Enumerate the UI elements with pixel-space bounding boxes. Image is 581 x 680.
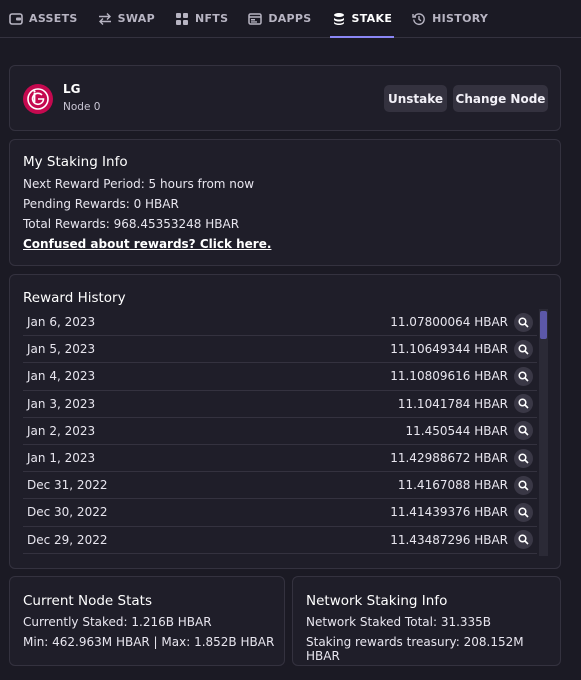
reward-amount-group: 11.1041784 HBAR bbox=[397, 394, 533, 414]
network-staking-info-card: Network Staking Info Network Staked Tota… bbox=[292, 576, 561, 666]
view-transaction-button[interactable] bbox=[514, 339, 533, 359]
nav-tab-label: STAKE bbox=[351, 12, 393, 25]
rewards-help-link[interactable]: Confused about rewards? Click here. bbox=[23, 237, 271, 251]
nav-tab-history[interactable]: HISTORY bbox=[412, 0, 488, 37]
reward-date: Jan 3, 2023 bbox=[27, 396, 96, 411]
view-transaction-button[interactable] bbox=[514, 312, 533, 332]
current-node-stats-card: Current Node Stats Currently Staked: 1.2… bbox=[9, 576, 285, 666]
wallet-icon bbox=[9, 12, 23, 25]
view-transaction-button[interactable] bbox=[514, 530, 533, 550]
history-clock-icon bbox=[412, 12, 425, 25]
reward-amount-group: 11.10649344 HBAR bbox=[390, 339, 533, 359]
reward-history-list[interactable]: Jan 6, 2023 11.07800064 HBAR Jan 5, 2023 11… bbox=[23, 309, 537, 556]
search-icon bbox=[518, 317, 529, 328]
reward-history-row: Dec 31, 2022 11.4167088 HBAR bbox=[23, 472, 537, 500]
reward-date: Dec 29, 2022 bbox=[27, 532, 108, 547]
selected-node-card: LG Node 0 Unstake Change Node bbox=[9, 65, 561, 131]
reward-date: Jan 5, 2023 bbox=[27, 342, 96, 357]
currently-staked: Currently Staked: 1.216B HBAR bbox=[23, 615, 212, 629]
total-rewards: Total Rewards: 968.45353248 HBAR bbox=[23, 217, 240, 231]
reward-amount: 11.10809616 HBAR bbox=[390, 369, 508, 384]
search-icon bbox=[518, 452, 529, 464]
reward-date: Dec 31, 2022 bbox=[27, 478, 108, 493]
reward-date: Jan 1, 2023 bbox=[27, 451, 96, 466]
reward-history-row: Jan 4, 2023 11.10809616 HBAR bbox=[23, 363, 537, 391]
reward-amount: 11.10649344 HBAR bbox=[390, 342, 508, 357]
reward-amount-group: 11.07800064 HBAR bbox=[390, 312, 533, 332]
view-transaction-button[interactable] bbox=[514, 366, 533, 386]
card-title: Network Staking Info bbox=[306, 593, 448, 609]
reward-amount-group: 11.41439376 HBAR bbox=[390, 502, 533, 522]
nav-tab-assets[interactable]: ASSETS bbox=[9, 0, 78, 37]
card-title: Reward History bbox=[23, 290, 126, 306]
nav-tab-swap[interactable]: SWAP bbox=[98, 0, 155, 37]
node-name: LG bbox=[63, 82, 81, 96]
reward-amount: 11.43487296 HBAR bbox=[390, 532, 508, 547]
browser-window-icon bbox=[248, 12, 263, 25]
search-icon bbox=[518, 534, 529, 545]
reward-amount-group: 11.43487296 HBAR bbox=[390, 530, 533, 550]
nav-tab-label: SWAP bbox=[117, 12, 155, 25]
stake-min-max: Min: 462.963M HBAR | Max: 1.852B HBAR bbox=[23, 635, 275, 649]
top-nav: ASSETS SWAP NFTS DAPPS STAKE HISTORY bbox=[0, 0, 581, 38]
reward-history-row: Jan 3, 2023 11.1041784 HBAR bbox=[23, 391, 537, 418]
reward-amount: 11.1041784 HBAR bbox=[397, 396, 508, 411]
reward-amount-group: 11.42988672 HBAR bbox=[390, 448, 533, 468]
reward-history-row: Jan 1, 2023 11.42988672 HBAR bbox=[23, 445, 537, 473]
reward-date: Dec 30, 2022 bbox=[27, 505, 108, 520]
search-icon bbox=[518, 425, 529, 436]
reward-amount: 11.450544 HBAR bbox=[405, 423, 508, 438]
view-transaction-button[interactable] bbox=[514, 475, 533, 495]
card-title: Current Node Stats bbox=[23, 593, 152, 609]
reward-amount: 11.41439376 HBAR bbox=[390, 505, 508, 520]
change-node-button[interactable]: Change Node bbox=[453, 85, 548, 112]
next-reward-period: Next Reward Period: 5 hours from now bbox=[23, 177, 255, 191]
nav-tab-label: NFTS bbox=[194, 12, 229, 25]
node-id: Node 0 bbox=[63, 101, 101, 113]
reward-history-row: Jan 5, 2023 11.10649344 HBAR bbox=[23, 336, 537, 364]
scrollbar-thumb[interactable] bbox=[540, 311, 547, 339]
nav-tab-dapps[interactable]: DAPPS bbox=[248, 0, 311, 37]
nav-tab-label: DAPPS bbox=[268, 12, 312, 25]
search-icon bbox=[518, 480, 529, 491]
reward-history-row: Dec 30, 2022 11.41439376 HBAR bbox=[23, 499, 537, 527]
database-stack-icon bbox=[333, 12, 344, 25]
reward-date: Jan 2, 2023 bbox=[27, 423, 96, 438]
unstake-button[interactable]: Unstake bbox=[384, 85, 447, 112]
my-staking-info-card: My Staking Info Next Reward Period: 5 ho… bbox=[9, 139, 561, 266]
grid-icon bbox=[175, 12, 188, 25]
reward-amount: 11.07800064 HBAR bbox=[390, 315, 508, 330]
reward-history-row: Dec 29, 2022 11.43487296 HBAR bbox=[23, 527, 537, 554]
nav-tab-label: HISTORY bbox=[432, 12, 489, 25]
network-staked-total: Network Staked Total: 31.335B bbox=[306, 615, 492, 629]
reward-history-card: Reward History Jan 6, 2023 11.07800064 HB… bbox=[9, 274, 561, 569]
nav-tab-stake[interactable]: STAKE bbox=[329, 0, 394, 38]
reward-amount-group: 11.10809616 HBAR bbox=[390, 366, 533, 386]
reward-history-row: Jan 2, 2023 11.450544 HBAR bbox=[23, 418, 537, 445]
search-icon bbox=[518, 344, 529, 355]
card-title: My Staking Info bbox=[23, 154, 128, 170]
pending-rewards: Pending Rewards: 0 HBAR bbox=[23, 197, 179, 211]
swap-arrows-icon bbox=[98, 12, 111, 25]
view-transaction-button[interactable] bbox=[514, 502, 533, 522]
view-transaction-button[interactable] bbox=[514, 421, 533, 441]
reward-history-row: Jan 6, 2023 11.07800064 HBAR bbox=[23, 309, 537, 337]
reward-amount: 11.4167088 HBAR bbox=[397, 478, 508, 493]
staking-rewards-treasury: Staking rewards treasury: 208.152M HBAR bbox=[306, 635, 524, 663]
nav-tab-label: ASSETS bbox=[29, 12, 78, 25]
view-transaction-button[interactable] bbox=[514, 394, 533, 414]
scrollbar[interactable] bbox=[539, 309, 548, 556]
search-icon bbox=[518, 507, 529, 518]
view-transaction-button[interactable] bbox=[514, 448, 533, 468]
lg-logo-icon bbox=[23, 84, 53, 114]
reward-date: Jan 4, 2023 bbox=[27, 369, 96, 384]
reward-amount-group: 11.4167088 HBAR bbox=[397, 475, 533, 495]
search-icon bbox=[518, 371, 529, 382]
reward-amount: 11.42988672 HBAR bbox=[390, 451, 508, 466]
nav-tab-nfts[interactable]: NFTS bbox=[175, 0, 228, 37]
reward-amount-group: 11.450544 HBAR bbox=[405, 421, 533, 441]
search-icon bbox=[518, 398, 529, 409]
reward-date: Jan 6, 2023 bbox=[27, 315, 96, 330]
